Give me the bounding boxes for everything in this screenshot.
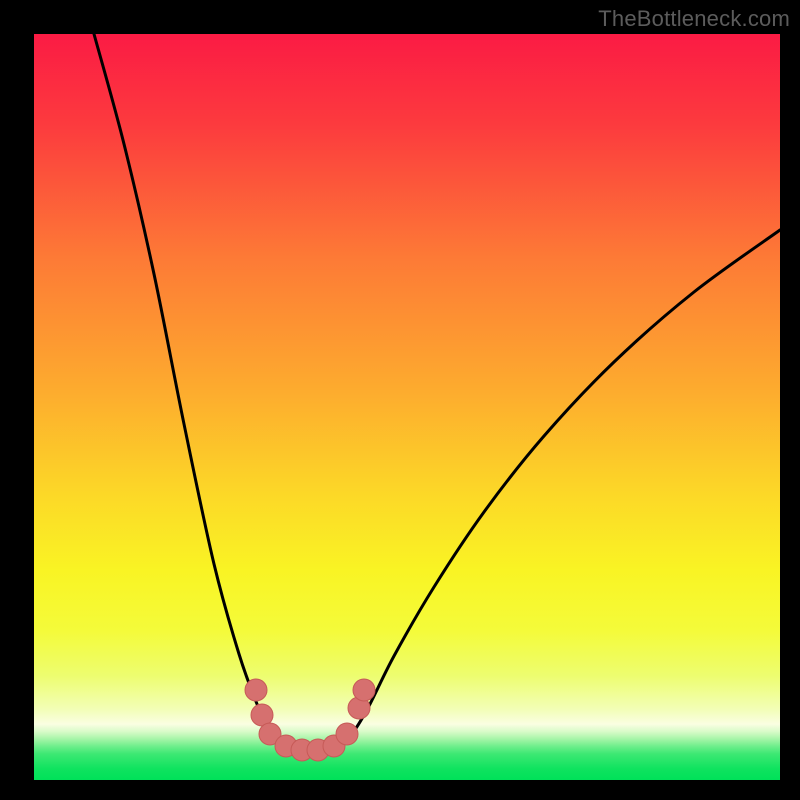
trough-markers: [245, 679, 375, 761]
bottleneck-curve: [94, 34, 780, 751]
outer-frame: TheBottleneck.com: [0, 0, 800, 800]
trough-marker: [245, 679, 267, 701]
trough-marker: [353, 679, 375, 701]
trough-marker: [336, 723, 358, 745]
chart-svg: [34, 34, 780, 780]
watermark-text: TheBottleneck.com: [598, 6, 790, 32]
plot-area: [34, 34, 780, 780]
